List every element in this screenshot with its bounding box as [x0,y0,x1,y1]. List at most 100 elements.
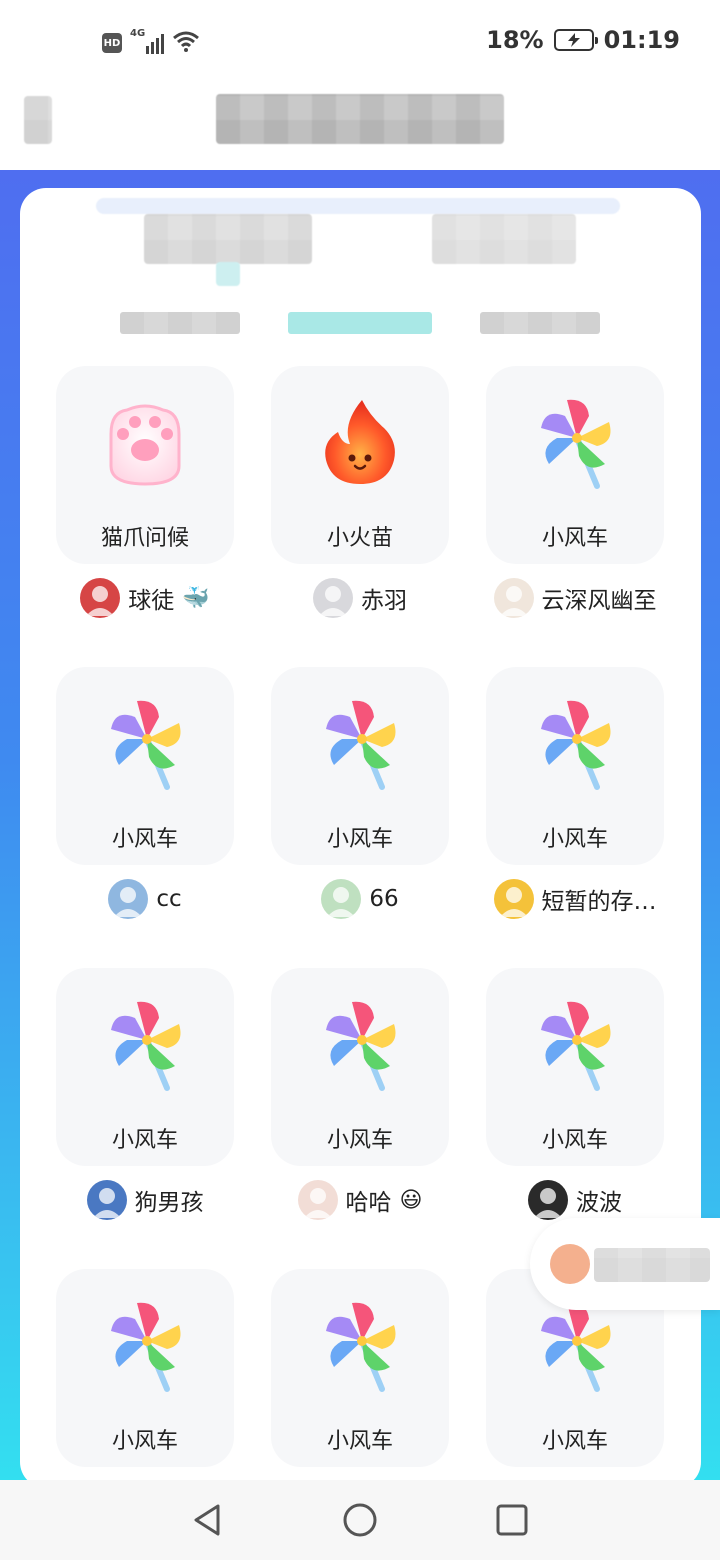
sender-emoji: 🐳 [182,585,210,611]
pinwheel-icon [312,695,408,791]
gift-cell: 小风车 云深风幽至 [486,366,664,618]
hd-badge: HD [102,33,122,53]
gift-sender[interactable]: 短暂的存… [486,879,664,919]
gift-card[interactable]: 小风车 [56,1269,234,1467]
sender-name: 球徒 [128,588,175,614]
gift-card[interactable]: 小风车 [486,968,664,1166]
gift-name: 小火苗 [326,526,393,551]
gift-name: 小风车 [541,1128,608,1153]
sender-name: 狗男孩 [134,1190,204,1216]
sender-name: cc [156,886,182,912]
avatar [80,578,121,618]
status-bar: HD 4G 18% 01:19 [0,0,720,84]
status-right: 18% 01:19 [486,26,680,54]
gift-name: 小风车 [111,827,178,852]
battery-percent: 18% [486,26,544,54]
panel-title-redacted-left [144,214,312,264]
avatar [321,879,362,919]
avatar [493,578,534,618]
gift-card[interactable]: 小风车 [271,667,449,865]
floating-action-redacted[interactable] [530,1218,720,1310]
gift-name: 小风车 [541,827,608,852]
gift-sender[interactable]: 波波 [486,1180,664,1220]
back-area-redacted[interactable] [24,96,52,144]
pinwheel-icon [97,996,193,1092]
battery-icon [553,29,598,51]
gift-cell: 小风车 [56,1269,234,1467]
title-redacted [216,94,504,144]
tab-redacted-2-active[interactable] [288,312,432,334]
gift-name: 小风车 [541,1429,608,1454]
gift-cell: 小风车波波 [486,968,664,1220]
gift-cell: 小火苗赤羽 [271,366,449,618]
tab-redacted-1[interactable] [120,312,240,334]
gift-sender[interactable]: 球徒 🐳 [56,578,234,618]
status-left: HD 4G [102,28,200,56]
sender-name: 哈哈 [345,1190,392,1216]
clock: 01:19 [603,26,680,54]
navigation-bar [0,1480,720,1560]
sender-name: 66 [369,886,399,912]
gift-name: 小风车 [326,1429,393,1454]
gift-cell: 小风车 [271,1269,449,1467]
pinwheel-icon [312,1297,408,1393]
gift-sender[interactable]: 赤羽 [271,578,449,618]
gift-cell: 小风车短暂的存… [486,667,664,919]
flame-icon [312,394,408,490]
floating-icon-redacted [550,1244,590,1284]
gift-cell: 小风车哈哈 😃 [271,968,449,1220]
sender-name: 波波 [576,1190,622,1216]
gift-name: 小风车 [326,1128,393,1153]
cat-paw-icon [97,394,193,490]
pinwheel-icon [527,1297,623,1393]
pinwheel-icon [527,996,623,1092]
gift-card[interactable]: 小风车 [271,1269,449,1467]
tab-redacted-3[interactable] [480,312,600,334]
gift-card[interactable]: 猫爪问候 [56,366,234,564]
gift-sender[interactable]: 云深风幽至 [486,578,664,618]
avatar [528,1180,568,1220]
avatar [297,1180,338,1220]
pinwheel-icon [527,695,623,791]
avatar [493,879,534,919]
sender-name: 云深风幽至 [541,588,657,614]
home-icon[interactable] [342,1502,378,1538]
gift-cell: 小风车 cc [56,667,234,919]
gift-sender[interactable]: 66 [271,879,449,919]
recents-icon[interactable] [494,1502,530,1538]
panel-title-redacted-right [432,214,576,264]
panel-header-blur [96,198,620,214]
gift-name: 小风车 [111,1128,178,1153]
sender-name: 赤羽 [361,588,407,614]
floating-label-redacted [594,1248,710,1282]
header [0,84,720,170]
gift-cell: 猫爪问候球徒 🐳 [56,366,234,618]
pinwheel-icon [527,394,623,490]
avatar [108,879,149,919]
gift-card[interactable]: 小火苗 [271,366,449,564]
gift-card[interactable]: 小风车 [56,667,234,865]
gift-card[interactable]: 小风车 [56,968,234,1166]
avatar [86,1180,127,1220]
signal-icon: 4G [130,28,164,54]
avatar [313,578,353,618]
gift-name: 小风车 [541,526,608,551]
gift-sender[interactable]: 哈哈 😃 [271,1180,449,1220]
gift-cell: 小风车狗男孩 [56,968,234,1220]
gift-card[interactable]: 小风车 [486,667,664,865]
sender-name: 短暂的存… [541,889,657,915]
gift-sender[interactable]: cc [56,879,234,919]
wifi-icon [172,30,200,56]
gift-card[interactable]: 小风车 [486,366,664,564]
gift-cell: 小风车 66 [271,667,449,919]
gift-name: 猫爪问候 [100,526,189,551]
gift-card[interactable]: 小风车 [271,968,449,1166]
pinwheel-icon [312,996,408,1092]
pinwheel-icon [97,1297,193,1393]
network-type-label: 4G [130,28,146,39]
sender-emoji: 😃 [399,1187,423,1213]
gift-sender[interactable]: 狗男孩 [56,1180,234,1220]
back-icon[interactable] [190,1502,226,1538]
gift-name: 小风车 [326,827,393,852]
gift-name: 小风车 [111,1429,178,1454]
